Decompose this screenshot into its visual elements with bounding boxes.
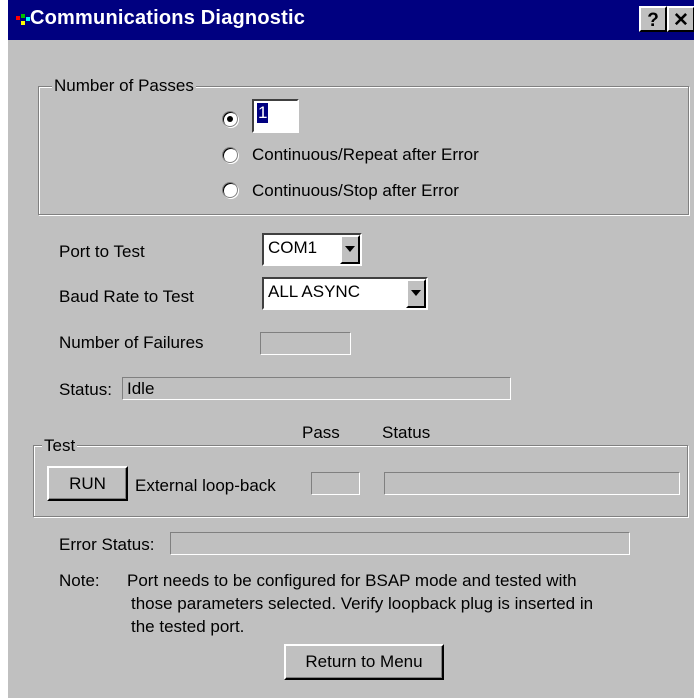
error-status-label: Error Status: — [59, 535, 155, 554]
port-select[interactable]: COM1 — [262, 233, 362, 266]
port-select-value: COM1 — [268, 238, 318, 257]
baud-dropdown-arrow-icon[interactable] — [406, 279, 426, 308]
note-line-1: Port needs to be configured for BSAP mod… — [127, 571, 577, 590]
port-dropdown-arrow-icon[interactable] — [340, 235, 360, 264]
pass-field — [311, 472, 360, 495]
baud-rate-select[interactable]: ALL ASYNC — [262, 277, 428, 310]
status-label: Status: — [59, 380, 112, 399]
port-to-test-label: Port to Test — [59, 242, 145, 261]
status-column-header: Status — [382, 423, 431, 442]
close-button[interactable]: ✕ — [667, 6, 694, 32]
radio-continuous-repeat-label[interactable]: Continuous/Repeat after Error — [252, 145, 479, 165]
note-line-3: the tested port. — [131, 617, 245, 636]
window-title: Communications Diagnostic — [30, 7, 306, 29]
radio-pass-count[interactable] — [222, 111, 238, 127]
title-bar[interactable]: Communications Diagnostic ? ✕ — [8, 0, 694, 40]
run-button[interactable]: RUN — [47, 466, 128, 501]
external-loopback-label: External loop-back — [135, 476, 276, 495]
number-of-passes-title: Number of Passes — [52, 76, 196, 96]
test-group-title: Test — [42, 436, 78, 456]
radio-continuous-repeat[interactable] — [222, 147, 238, 163]
number-of-failures-field — [260, 332, 351, 355]
return-to-menu-button[interactable]: Return to Menu — [284, 644, 444, 680]
baud-rate-select-value: ALL ASYNC — [268, 282, 360, 301]
communications-diagnostic-window: Communications Diagnostic ? ✕ Number of … — [8, 0, 694, 698]
status-field: Idle — [122, 377, 511, 400]
status-value: Idle — [127, 379, 155, 398]
pass-count-input[interactable]: 1 — [252, 99, 299, 133]
baud-rate-label: Baud Rate to Test — [59, 287, 194, 306]
pass-count-value: 1 — [257, 103, 269, 123]
number-of-failures-label: Number of Failures — [59, 333, 204, 352]
test-status-field — [384, 472, 680, 495]
note-label: Note: — [59, 571, 100, 590]
radio-continuous-stop[interactable] — [222, 182, 238, 198]
error-status-field — [170, 532, 630, 555]
note-line-2: those parameters selected. Verify loopba… — [131, 594, 594, 613]
help-button[interactable]: ? — [639, 6, 667, 32]
radio-continuous-stop-label[interactable]: Continuous/Stop after Error — [252, 181, 459, 201]
pass-column-header: Pass — [302, 423, 340, 442]
